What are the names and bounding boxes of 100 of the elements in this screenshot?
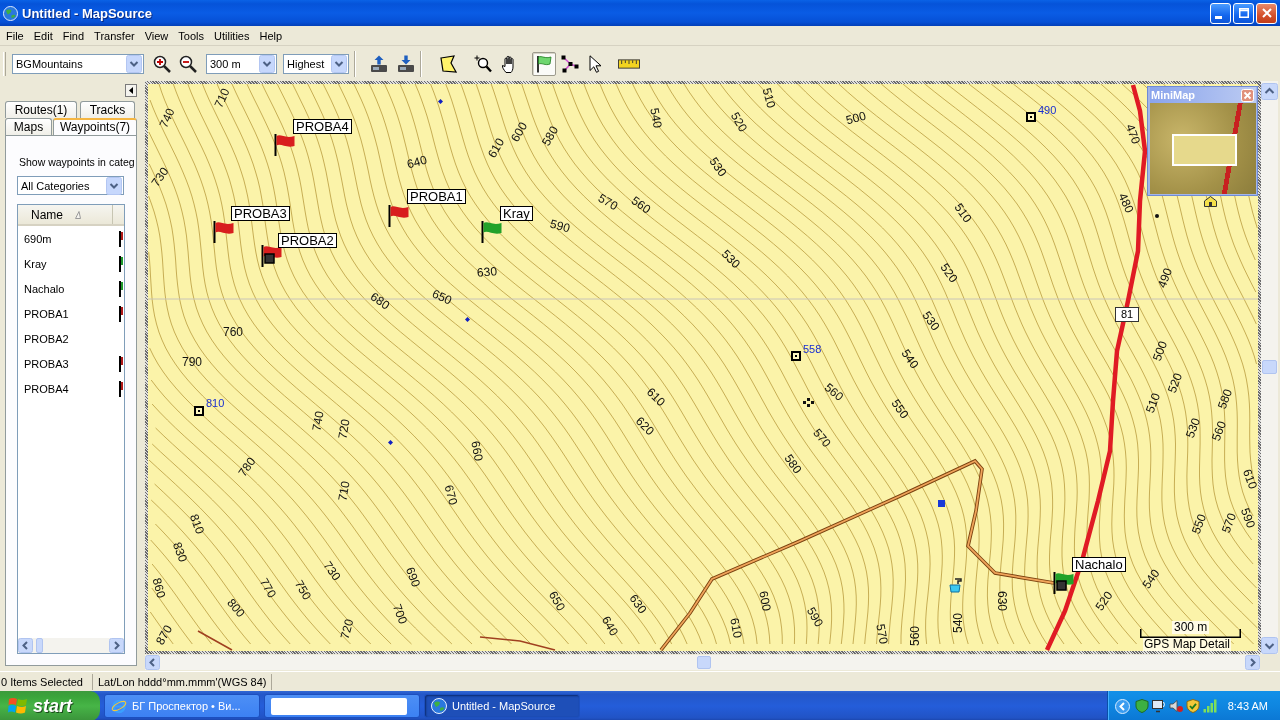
menu-item[interactable]: Transfer (89, 26, 140, 45)
contour-label: 870 (153, 623, 175, 647)
contour-label: 530 (707, 155, 729, 179)
minimap-title: MiniMap (1151, 89, 1195, 101)
scroll-thumb[interactable] (697, 656, 711, 669)
tab[interactable]: Waypoints(7) (53, 118, 137, 135)
contour-label: 640 (405, 153, 429, 171)
contour-label: 470 (1123, 122, 1143, 146)
contour-label: 710 (336, 480, 352, 502)
contour-label: 700 (390, 602, 410, 626)
menu-item[interactable]: File (1, 26, 29, 45)
contour-label: 630 (627, 592, 649, 616)
device-arrow-down-icon[interactable] (397, 54, 415, 73)
waypoint-label[interactable]: PROBA4 (293, 119, 352, 134)
device-arrow-up-icon[interactable] (370, 54, 388, 73)
menu-item[interactable]: Find (57, 26, 90, 45)
waypoint-label[interactable]: PROBA3 (231, 206, 290, 221)
spot-height-label: 490 (1038, 105, 1057, 116)
contour-label: 540 (899, 347, 921, 371)
contour-label: 540 (648, 107, 664, 129)
tab[interactable]: Routes(1) (5, 101, 77, 118)
waypoint-name[interactable]: Kray (24, 257, 47, 270)
monitor-icon[interactable] (1151, 699, 1166, 713)
menu-item[interactable]: Tools (173, 26, 209, 45)
waypoint-label[interactable]: PROBA2 (278, 233, 337, 248)
taskbar-button[interactable]: Untitled - MapSource (424, 694, 580, 718)
menu-item[interactable]: Help (254, 26, 288, 45)
chevron-left-icon[interactable] (1114, 698, 1130, 714)
scale-label: 300 m (1172, 621, 1210, 634)
check-shield-icon[interactable] (1185, 699, 1200, 713)
contour-label: 560 (1209, 419, 1229, 443)
contour-label: 660 (469, 440, 485, 462)
waypoint-name[interactable]: Nachalo (24, 282, 65, 295)
contour-label: 610 (485, 136, 507, 160)
menu-item[interactable]: Edit (28, 26, 58, 45)
contour-label: 550 (1189, 512, 1209, 536)
flag-icon[interactable] (1052, 571, 1074, 594)
waypoint-name[interactable]: PROBA3 (24, 357, 69, 370)
spot-height-label: 810 (206, 398, 225, 409)
menu-item[interactable]: Utilities (209, 26, 255, 45)
flag-icon[interactable] (480, 220, 502, 243)
close-button[interactable] (1256, 2, 1277, 24)
category-label: Show waypoints in categ (19, 156, 135, 169)
waypoint-label[interactable]: PROBA1 (407, 189, 466, 204)
contour-label: 530 (1183, 416, 1203, 440)
category-dropdown[interactable]: All Categories (17, 176, 124, 195)
tab[interactable]: Tracks (80, 101, 135, 118)
contour-label: 720 (336, 418, 352, 440)
minimap-picture[interactable] (1150, 103, 1256, 194)
speaker-icon[interactable] (1168, 699, 1183, 713)
contour-label: 790 (182, 356, 202, 368)
contour-label: 800 (224, 596, 248, 620)
contour-label: 550 (889, 397, 911, 421)
flag-icon[interactable] (387, 204, 409, 227)
map-product-dropdown[interactable]: BGMountains (12, 53, 144, 74)
waypoint-name[interactable]: PROBA1 (24, 307, 69, 320)
contour-label: 650 (546, 589, 568, 613)
road-number-sign: 81 (1115, 307, 1140, 322)
contour-label: 770 (257, 576, 279, 600)
flag-icon[interactable] (273, 133, 295, 156)
contour-label: 540 (952, 613, 964, 633)
ruler-icon (618, 58, 640, 69)
menu-item[interactable]: View (139, 26, 174, 45)
flag-logo-icon (8, 697, 28, 715)
scroll-thumb[interactable] (36, 638, 43, 653)
dots-cluster-icon (803, 398, 814, 408)
contour-label: 520 (1093, 589, 1115, 613)
flag-icon[interactable] (212, 220, 234, 243)
waypoint-label[interactable]: Kray (500, 206, 533, 221)
contour-label: 690 (403, 565, 423, 589)
zoom-out-icon[interactable] (179, 54, 197, 73)
house-icon (1204, 196, 1217, 207)
clock: 8:43 AM (1227, 700, 1268, 712)
contour-label: 780 (236, 455, 258, 479)
zoom-in-icon[interactable] (153, 54, 171, 73)
contour-label: 510 (952, 201, 974, 225)
tab[interactable]: Maps (5, 118, 52, 135)
waypoint-tool-button[interactable] (532, 51, 556, 76)
maximize-button[interactable] (1233, 2, 1254, 24)
close-icon (1261, 8, 1272, 18)
contour-label: 520 (938, 261, 960, 285)
zoom-scale-dropdown[interactable]: 300 m (206, 53, 277, 74)
detail-dropdown[interactable]: Highest (283, 53, 349, 74)
spot-height-label: 558 (803, 344, 822, 355)
contour-label: 480 (1116, 191, 1136, 215)
scroll-thumb[interactable] (1262, 360, 1277, 374)
sort-arrow-icon (75, 210, 81, 219)
waypoint-name[interactable]: PROBA4 (24, 382, 69, 395)
taskbar-button[interactable] (264, 694, 420, 718)
contour-label: 630 (476, 265, 498, 279)
waypoint-label[interactable]: Nachalo (1072, 557, 1126, 572)
minimize-icon (1215, 15, 1222, 19)
contour-label: 720 (338, 617, 356, 641)
minimize-button[interactable] (1210, 2, 1231, 24)
contour-label: 710 (212, 86, 232, 110)
waypoint-name[interactable]: 690m (24, 232, 52, 245)
contour-label: 490 (1155, 266, 1175, 290)
flag-icon[interactable] (260, 244, 282, 267)
status-text: 0 Items Selected (0, 673, 93, 690)
waypoint-name[interactable]: PROBA2 (24, 332, 69, 345)
